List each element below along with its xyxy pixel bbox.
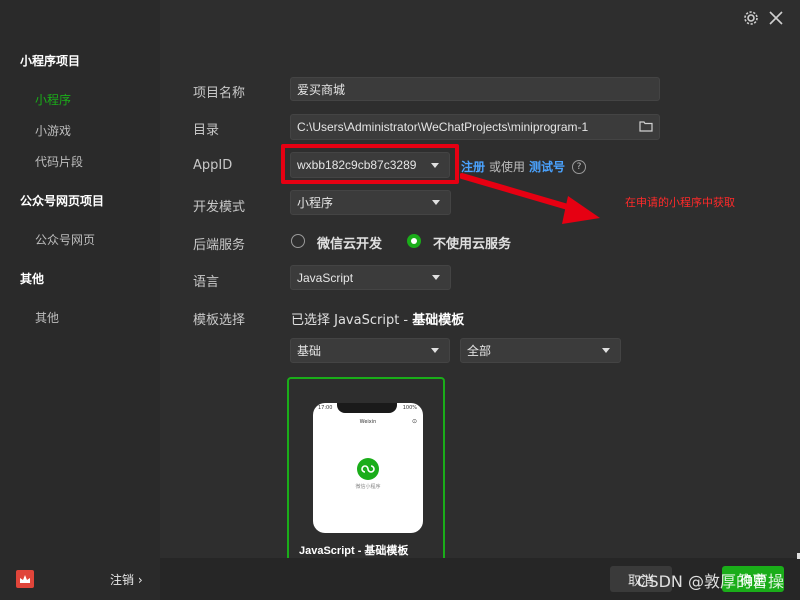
directory-label: 目录 <box>193 123 220 138</box>
phone-title: Weixin <box>359 419 377 425</box>
template-preview: 17:00 100% Weixin ⊙ 微信小程序 <box>313 403 423 533</box>
phone-caption: 微信小程序 <box>355 484 381 490</box>
phone-time: 17:00 <box>318 405 333 411</box>
cancel-button[interactable]: 取消 <box>610 566 672 592</box>
phone-notch <box>337 403 397 413</box>
template-scope-value: 全部 <box>467 344 492 358</box>
folder-icon[interactable] <box>639 120 653 135</box>
dev-mode-select[interactable]: 小程序 <box>290 190 451 215</box>
chevron-down-icon <box>602 348 610 353</box>
logout-button[interactable]: 注销 › <box>110 571 143 588</box>
chevron-down-icon <box>432 275 440 280</box>
language-value: JavaScript <box>297 270 354 285</box>
radio-label-no-cloud: 不使用云服务 <box>433 237 512 252</box>
chevron-down-icon <box>431 348 439 353</box>
phone-menu-icon: ⊙ <box>411 418 417 425</box>
miniprogram-logo-icon <box>357 458 379 480</box>
appid-value: wxbb182c9cb87c3289 <box>297 158 417 172</box>
language-select[interactable]: JavaScript <box>290 265 451 290</box>
close-icon[interactable] <box>768 10 784 30</box>
template-card-basic[interactable]: 17:00 100% Weixin ⊙ 微信小程序 JavaScript - 基… <box>287 377 445 567</box>
sidebar-item-minigame[interactable]: 小游戏 <box>35 122 71 139</box>
radio-no-cloud[interactable] <box>407 234 421 248</box>
sidebar-group-other: 其他 <box>20 272 45 286</box>
arrow-annotation-icon <box>460 173 600 224</box>
sidebar-item-miniprogram[interactable]: 小程序 <box>35 91 71 108</box>
annotation-text: 在申请的小程序中获取 <box>625 196 735 209</box>
appid-label: AppID <box>193 158 233 173</box>
template-label: 模板选择 <box>193 313 246 328</box>
template-selected-name: 基础模板 <box>412 313 465 328</box>
template-scope-select[interactable]: 全部 <box>460 338 621 363</box>
sidebar-group-official-account: 公众号网页项目 <box>20 194 105 208</box>
dev-mode-label: 开发模式 <box>193 200 246 215</box>
sidebar-item-code-snippet[interactable]: 代码片段 <box>35 153 83 170</box>
appid-select[interactable]: wxbb182c9cb87c3289 <box>290 152 450 178</box>
chevron-down-icon <box>432 200 440 205</box>
account-icon <box>16 570 34 588</box>
sidebar-group-miniprogram: 小程序项目 <box>20 54 81 68</box>
bottom-bar: 取消 确定 <box>160 558 800 600</box>
sidebar: 小程序项目 小程序 小游戏 代码片段 公众号网页项目 公众号网页 其他 其他 注… <box>0 0 160 600</box>
template-category-value: 基础 <box>297 344 322 358</box>
template-card-title: JavaScript - 基础模板 <box>299 545 409 557</box>
sidebar-item-other[interactable]: 其他 <box>35 309 59 326</box>
main-panel: 项目名称 爱买商城 目录 C:\Users\Administrator\WeCh… <box>160 0 800 600</box>
sidebar-footer: 注销 › <box>0 558 160 600</box>
radio-wechat-cloud[interactable] <box>291 234 305 248</box>
template-category-select[interactable]: 基础 <box>290 338 450 363</box>
dev-mode-value: 小程序 <box>297 196 334 210</box>
language-label: 语言 <box>193 275 220 290</box>
sidebar-item-official-webpage[interactable]: 公众号网页 <box>35 231 95 248</box>
radio-label-wechat-cloud: 微信云开发 <box>317 237 383 252</box>
confirm-button[interactable]: 确定 <box>722 566 784 592</box>
directory-value: C:\Users\Administrator\WeChatProjects\mi… <box>297 120 589 134</box>
gear-icon[interactable] <box>743 10 759 30</box>
template-selected-prefix: 已选择 JavaScript - <box>291 313 409 328</box>
backend-label: 后端服务 <box>193 238 246 253</box>
template-selected: 已选择 JavaScript - 基础模板 <box>291 309 464 328</box>
chevron-down-icon <box>431 162 439 168</box>
project-name-label: 项目名称 <box>193 86 246 101</box>
phone-battery: 100% <box>402 405 417 411</box>
directory-input[interactable]: C:\Users\Administrator\WeChatProjects\mi… <box>290 114 660 140</box>
project-name-input[interactable]: 爱买商城 <box>290 77 660 101</box>
